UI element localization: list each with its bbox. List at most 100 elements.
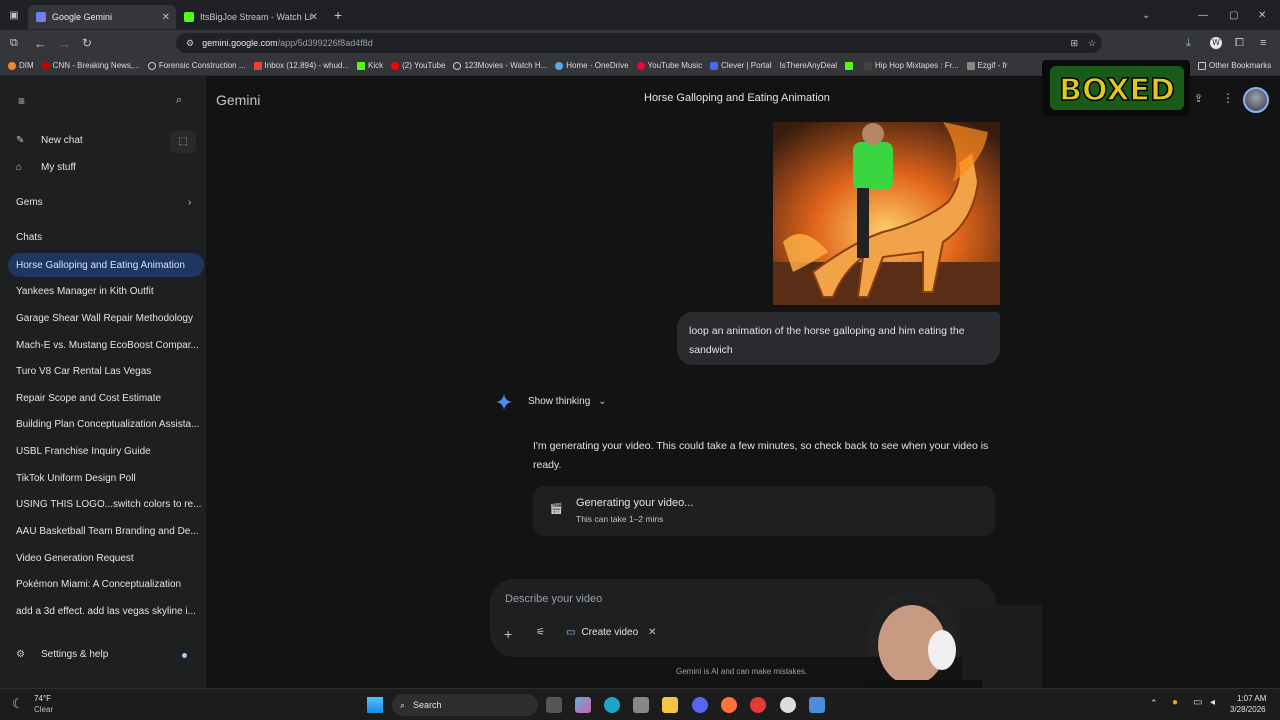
bookmark-item[interactable]: Kick [357, 61, 383, 70]
forward-button[interactable]: → [58, 36, 71, 51]
maximize-button[interactable]: ▢ [1229, 10, 1238, 21]
user-uploaded-image[interactable] [773, 122, 1000, 305]
site-info-icon[interactable]: ⚙ [186, 38, 194, 49]
microphone-icon[interactable]: ● [1172, 697, 1178, 708]
more-options-icon[interactable]: ⋮ [1222, 91, 1234, 105]
new-tab-button[interactable]: + [334, 7, 342, 23]
globe-icon [453, 61, 462, 70]
temporary-chat-icon[interactable]: ⬚ [170, 131, 196, 153]
workspaces-icon[interactable]: ⧉ [10, 37, 18, 50]
bookmark-label: Kick [368, 61, 384, 70]
chat-item[interactable]: Horse Galloping and Eating Animation [8, 253, 204, 277]
discord-icon[interactable] [692, 697, 708, 713]
app-title[interactable]: Gemini [216, 92, 260, 108]
other-bookmarks[interactable]: Other Bookmarks [1198, 61, 1271, 70]
close-icon[interactable]: ✕ [648, 627, 656, 638]
clever-icon [710, 61, 719, 70]
address-bar[interactable]: ⚙ gemini.google.com/app/5d399226f8ad4f8d… [176, 33, 1102, 53]
chat-item[interactable]: Video Generation Request [8, 546, 204, 570]
create-video-chip[interactable]: ▭ Create video ✕ [566, 627, 657, 638]
extensions-icon[interactable]: ⧠ [1235, 37, 1244, 50]
chrome-icon[interactable] [780, 697, 796, 713]
edge-icon[interactable] [604, 697, 620, 713]
chat-title: Horse Galloping and Eating Animation [16, 259, 185, 271]
taskbar-search[interactable]: ⌕ Search [392, 694, 538, 716]
bookmark-item[interactable]: Clever | Portal [710, 61, 772, 70]
bookmark-label: Clever | Portal [721, 61, 772, 70]
conversation-title[interactable]: Horse Galloping and Eating Animation [644, 92, 830, 104]
bookmark-item[interactable]: Inbox (12,894) - whud... [253, 61, 349, 70]
bookmark-item[interactable]: Hip Hop Mixtapes : Fr... [864, 61, 959, 70]
chat-item[interactable]: Garage Shear Wall Repair Methodology [8, 306, 204, 330]
bookmark-item[interactable]: (2) YouTube [391, 61, 445, 70]
chat-item[interactable]: Repair Scope and Cost Estimate [8, 386, 204, 410]
search-icon[interactable]: ⌕ [176, 94, 182, 107]
chat-title: Turo V8 Car Rental Las Vegas [16, 365, 152, 377]
url-path: /app/5d399226f8ad4f8d [277, 38, 373, 48]
chat-item[interactable]: TikTok Uniform Design Poll [8, 466, 204, 490]
file-explorer-icon[interactable] [662, 697, 678, 713]
minimize-button[interactable]: — [1198, 10, 1208, 21]
downloads-icon[interactable]: ⤓ [1186, 37, 1191, 50]
recorder-icon[interactable] [750, 697, 766, 713]
bookmark-item[interactable]: Ezgif - fr [966, 61, 1007, 70]
user-message-text: loop an animation of the horse galloping… [689, 325, 965, 356]
tab-google-gemini[interactable]: Google Gemini ✕ [28, 5, 176, 29]
chat-item[interactable]: add a 3d effect. add las vegas skyline i… [8, 599, 204, 623]
network-icon[interactable]: ▭ [1193, 697, 1202, 708]
bookmark-item[interactable]: CNN - Breaking News,... [41, 61, 140, 70]
chat-item[interactable]: Mach-E vs. Mustang EcoBoost Compar... [8, 333, 204, 357]
tab-list-chevron-icon[interactable]: ⌄ [1142, 10, 1150, 21]
tab-actions-icon[interactable]: ▣ [0, 10, 28, 21]
gemini-favicon-icon [36, 12, 46, 22]
reload-button[interactable]: ↻ [82, 36, 92, 50]
tray-overflow-icon[interactable]: ⌃ [1150, 698, 1158, 709]
bookmark-item[interactable]: Home - OneDrive [555, 61, 629, 70]
bookmark-item[interactable]: Forensic Construction ... [147, 61, 246, 70]
chat-item[interactable]: Building Plan Conceptualization Assista.… [8, 412, 204, 436]
close-tab-icon[interactable]: ✕ [310, 12, 318, 23]
chat-item[interactable]: Turo V8 Car Rental Las Vegas [8, 359, 204, 383]
chat-item[interactable]: Pokémon Miami: A Conceptualization [8, 572, 204, 596]
tools-icon[interactable]: ⚟ [536, 627, 545, 638]
close-tab-icon[interactable]: ✕ [162, 12, 170, 23]
chat-title: Video Generation Request [16, 552, 134, 564]
user-message-bubble: loop an animation of the horse galloping… [677, 312, 1000, 365]
install-app-icon[interactable]: ⊞ [1070, 38, 1078, 49]
gems-section[interactable]: Gems › [16, 197, 196, 208]
settings-help-button[interactable]: ⚙ Settings & help [16, 649, 108, 660]
copilot-icon[interactable] [575, 697, 591, 713]
bookmark-item[interactable]: 123Movies - Watch H... [453, 61, 547, 70]
show-thinking-toggle[interactable]: Show thinking ⌄ [528, 396, 607, 407]
profile-w-icon[interactable]: W [1210, 37, 1222, 49]
store-icon[interactable] [633, 697, 649, 713]
avatar[interactable] [1243, 87, 1269, 113]
close-window-button[interactable]: ✕ [1258, 10, 1266, 21]
bookmark-star-icon[interactable]: ☆ [1088, 38, 1096, 49]
new-chat-button[interactable]: ✎ New chat [16, 135, 83, 146]
chat-item[interactable]: AAU Basketball Team Branding and De... [8, 519, 204, 543]
add-attachment-icon[interactable]: + [504, 626, 512, 642]
bookmark-item[interactable]: YouTube Music [636, 61, 702, 70]
weather-temp[interactable]: 74°F [34, 694, 51, 703]
kick-icon [357, 61, 366, 70]
clock-time[interactable]: 1:07 AM [1237, 694, 1266, 703]
bookmark-item[interactable]: DIM [8, 61, 34, 70]
chat-item[interactable]: Yankees Manager in Kith Outfit [8, 279, 204, 303]
bookmark-item[interactable] [845, 61, 856, 70]
globe-icon [147, 61, 156, 70]
my-stuff-button[interactable]: ⌂ My stuff [16, 162, 76, 173]
browser-menu-icon[interactable]: ≡ [1260, 37, 1266, 49]
tab-kick-stream[interactable]: ItsBigJoe Stream - Watch Live o ✕ [176, 5, 324, 29]
windows-start-icon[interactable] [367, 697, 383, 713]
task-view-icon[interactable] [546, 697, 562, 713]
chat-item[interactable]: USBL Franchise Inquiry Guide [8, 439, 204, 463]
firefox-icon[interactable] [721, 697, 737, 713]
share-icon[interactable]: ⇪ [1194, 92, 1203, 105]
photos-icon[interactable] [809, 697, 825, 713]
menu-icon[interactable]: ≡ [18, 94, 25, 108]
chat-item[interactable]: USING THIS LOGO...switch colors to re... [8, 492, 204, 516]
bookmark-item[interactable]: IsThereAnyDeal [780, 61, 837, 70]
speaker-icon[interactable]: ◂ [1210, 697, 1215, 708]
back-button[interactable]: ← [34, 36, 47, 51]
